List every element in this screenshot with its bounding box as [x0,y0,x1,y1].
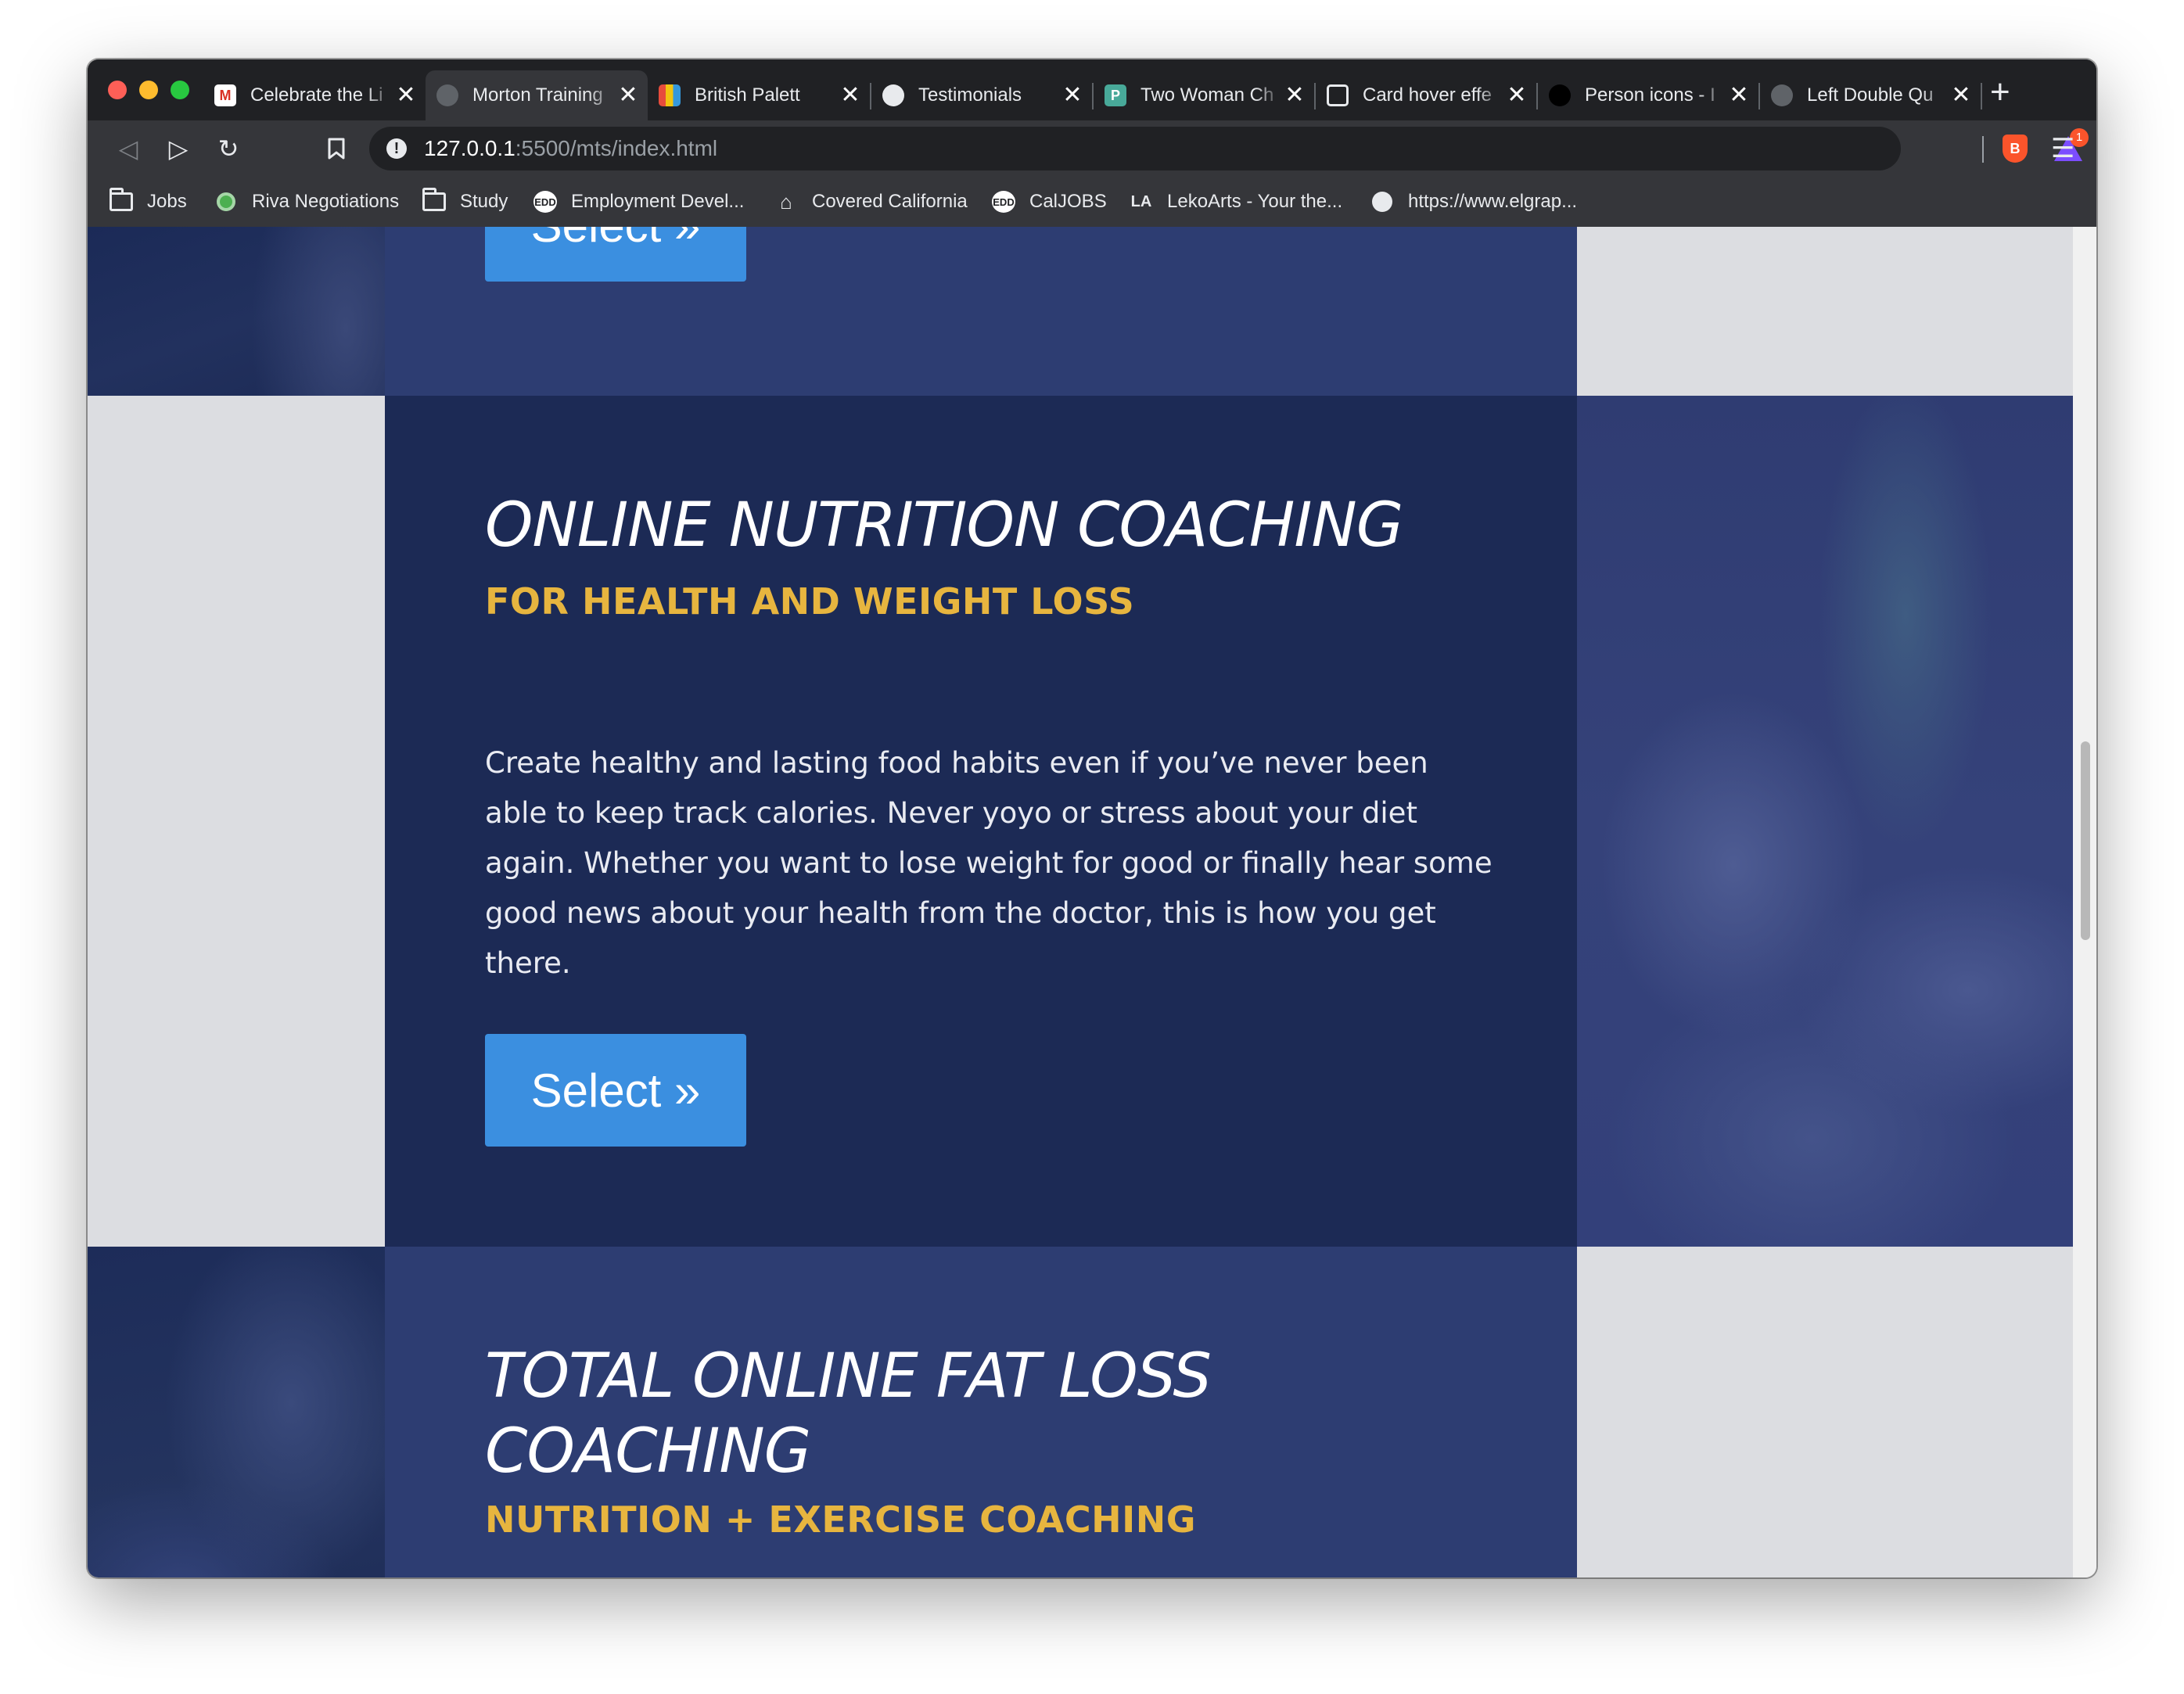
select-button[interactable]: Select » [485,227,746,282]
service-description: Create healthy and lasting food habits e… [485,746,1493,980]
bookmark-label: LekoArts - Your the... [1167,191,1343,212]
address-bar[interactable]: ! 127.0.0.1:5500/mts/index.html B 1 [369,127,2089,170]
tab-card-hover[interactable]: Card hover effe ✕ [1316,70,1536,120]
bookmark-riva[interactable]: Riva Negotiations [214,185,399,219]
globe-icon [882,84,904,106]
browser-window: M Celebrate the Li ✕ Morton Training ✕ B… [88,59,2096,1577]
site-info-icon[interactable]: ! [386,138,407,159]
tab-title: Card hover effe [1363,84,1492,106]
minimize-window-button[interactable] [139,81,158,99]
tab-person-icons[interactable]: Person icons - I ✕ [1538,70,1758,120]
service-image-food [1577,396,2073,1247]
tab-two-woman[interactable]: P Two Woman Ch ✕ [1094,70,1314,120]
close-tab-icon[interactable]: ✕ [1727,84,1751,107]
new-tab-button[interactable]: + [1990,75,2010,109]
service-subtitle: FOR HEALTH AND WEIGHT LOSS [485,580,1135,623]
bookmark-label: Jobs [147,191,187,212]
tab-morton-training[interactable]: Morton Training ✕ [426,70,648,120]
bookmark-label: Employment Devel... [571,191,745,212]
bookmark-label: CalJOBS [1029,191,1107,212]
forward-button[interactable]: ▷ [161,131,196,166]
url-path: :5500/mts/index.html [515,136,718,160]
bookmark-elgrap[interactable]: https://www.elgrap... [1370,185,1577,219]
service-row-previous: Select » [88,227,2073,396]
service-title: TOTAL ONLINE FAT LOSS [485,1341,1212,1412]
globe-icon [1771,84,1793,106]
menu-icon[interactable]: ☰ [2051,131,2074,166]
noun-project-icon [1549,84,1571,106]
covered-california-icon: ⌂ [780,189,792,214]
bookmark-label: Covered California [812,191,968,212]
gmail-icon: M [214,84,236,106]
tab-celebrate[interactable]: M Celebrate the Li ✕ [203,70,426,120]
bookmark-lekoarts[interactable]: LA LekoArts - Your the... [1130,185,1342,219]
service-panel: Select » [385,227,1577,396]
close-tab-icon[interactable]: ✕ [1949,84,1973,107]
lekoarts-icon: LA [1130,192,1152,210]
brave-shields-icon[interactable]: B [2003,135,2028,163]
tab-british-palette[interactable]: British Palett ✕ [648,70,870,120]
bookmark-label: Study [460,191,508,212]
service-title-line2: COACHING [485,1416,811,1487]
service-title: ONLINE NUTRITION COACHING [485,490,1403,561]
browser-chrome: M Celebrate the Li ✕ Morton Training ✕ B… [88,59,2096,227]
tab-title: Testimonials [918,84,1022,106]
bookmark-caljobs[interactable]: EDD CalJOBS [992,185,1107,219]
toolbar: ◁ ▷ ↻ ! 127.0.0.1:5500/mts/index.html B … [88,120,2096,177]
palette-icon [659,84,681,106]
tab-separator [1981,83,1982,109]
tab-title: Person icons - I [1585,84,1715,106]
bookmark-jobs[interactable]: Jobs [110,185,187,219]
bookmark-study[interactable]: Study [422,185,508,219]
service-image [88,227,385,396]
bookmark-label: Riva Negotiations [252,191,400,212]
page-viewport: Select » ONLINE NUTRITION COACHING FOR H… [88,227,2073,1577]
service-image [88,1247,385,1577]
folder-icon [422,188,446,213]
address-bar-separator [1982,136,1984,163]
bookmark-covered-california[interactable]: ⌂ Covered California [774,185,968,219]
close-tab-icon[interactable]: ✕ [616,84,640,107]
tab-title: Celebrate the Li [250,84,383,106]
tab-testimonials[interactable]: Testimonials ✕ [871,70,1092,120]
service-row-fat-loss: TOTAL ONLINE FAT LOSS COACHING NUTRITION… [88,1247,2073,1577]
tab-title: British Palett [695,84,800,106]
edd-icon: EDD [992,191,1015,213]
bookmark-employment[interactable]: EDD Employment Devel... [533,185,744,219]
close-tab-icon[interactable]: ✕ [839,84,862,107]
bookmark-label: https://www.elgrap... [1408,191,1578,212]
edd-icon: EDD [533,191,557,213]
maximize-window-button[interactable] [171,81,189,99]
close-tab-icon[interactable]: ✕ [394,84,418,107]
tab-title: Morton Training [472,84,603,106]
folder-icon [110,188,133,213]
tab-title: Two Woman Ch [1140,84,1274,106]
close-tab-icon[interactable]: ✕ [1283,84,1306,107]
reload-icon[interactable]: ↻ [211,131,246,166]
back-button[interactable]: ◁ [111,131,145,166]
select-button[interactable]: Select » [485,1034,746,1147]
tab-strip: M Celebrate the Li ✕ Morton Training ✕ B… [88,59,2096,120]
riva-icon [214,191,238,213]
service-panel: ONLINE NUTRITION COACHING FOR HEALTH AND… [385,396,1577,1247]
p-icon: P [1105,84,1126,106]
globe-icon [1370,191,1394,213]
service-panel: TOTAL ONLINE FAT LOSS COACHING NUTRITION… [385,1247,1577,1577]
scrollbar-thumb[interactable] [2081,741,2090,940]
close-tab-icon[interactable]: ✕ [1061,84,1084,107]
url-host: 127.0.0.1 [424,136,515,160]
close-tab-icon[interactable]: ✕ [1505,84,1528,107]
globe-icon [436,84,458,106]
bookmarks-bar: Jobs Riva Negotiations Study EDD Employm… [88,177,2096,227]
tab-title: Left Double Qu [1807,84,1934,106]
close-window-button[interactable] [108,81,127,99]
service-subtitle: NUTRITION + EXERCISE COACHING [485,1498,1196,1541]
tab-left-double-quote[interactable]: Left Double Qu ✕ [1760,70,1981,120]
bookmark-icon[interactable] [319,131,354,166]
codepen-icon [1327,84,1349,106]
service-row-nutrition: ONLINE NUTRITION COACHING FOR HEALTH AND… [88,396,2073,1247]
